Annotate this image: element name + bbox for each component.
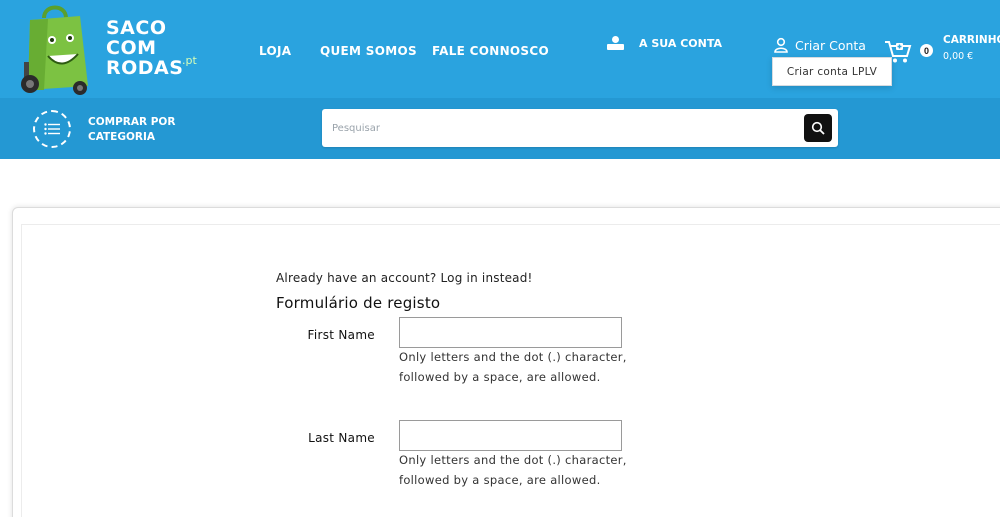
- criar-conta-link[interactable]: Criar Conta: [773, 37, 866, 53]
- search-button[interactable]: [804, 114, 832, 142]
- criar-conta-dropdown-item[interactable]: Criar conta LPLV: [772, 57, 892, 86]
- search-input[interactable]: [332, 109, 802, 147]
- category-menu-label[interactable]: COMPRAR POR CATEGORIA: [88, 115, 198, 145]
- last-name-hint: Only letters and the dot (.) character, …: [399, 453, 627, 487]
- account-card-icon: [607, 36, 624, 50]
- criar-conta-label: Criar Conta: [795, 37, 866, 53]
- account-label: A SUA CONTA: [639, 36, 722, 50]
- first-name-hint: Only letters and the dot (.) character, …: [399, 350, 627, 384]
- account-link[interactable]: A SUA CONTA: [606, 35, 722, 51]
- cart-count-badge: 0: [920, 44, 933, 57]
- cart-label[interactable]: CARRINHO: [943, 34, 1000, 46]
- shopping-bag-logo-icon: [21, 5, 88, 95]
- category-list-icon: [44, 123, 60, 135]
- category-menu-button[interactable]: [33, 110, 71, 148]
- login-instead-link[interactable]: Already have an account? Log in instead!: [276, 271, 533, 285]
- search-bar: [322, 109, 838, 147]
- logo-word-3: RODAS: [106, 57, 184, 79]
- logo-word-2: COM: [106, 37, 157, 59]
- last-name-label: Last Name: [308, 431, 375, 445]
- cart-amount: 0,00 €: [943, 51, 974, 62]
- last-name-input[interactable]: [399, 420, 622, 451]
- nav-quem-somos[interactable]: QUEM SOMOS: [320, 44, 417, 58]
- search-icon: [811, 121, 825, 135]
- nav-fale-connosco[interactable]: FALE CONNOSCO: [432, 44, 549, 58]
- form-title: Formulário de registo: [276, 294, 441, 312]
- logo-suffix: .pt: [182, 54, 197, 67]
- user-icon: [774, 37, 788, 53]
- first-name-input[interactable]: [399, 317, 622, 348]
- site-logo[interactable]: SACO COM RODAS .pt: [18, 2, 208, 96]
- logo-word-1: SACO: [106, 17, 167, 39]
- cart-icon[interactable]: [884, 40, 912, 64]
- nav-loja[interactable]: LOJA: [259, 44, 291, 58]
- logo-wordmark: SACO COM RODAS .pt: [106, 17, 197, 79]
- first-name-label: First Name: [307, 328, 375, 342]
